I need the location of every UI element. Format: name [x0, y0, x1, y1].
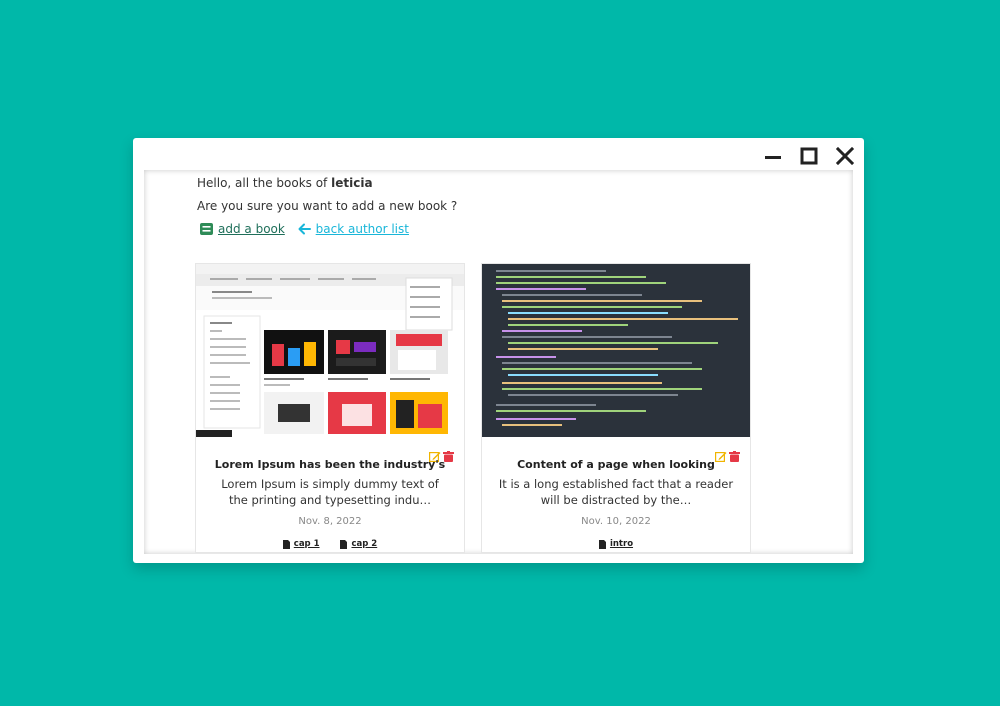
book-date: Nov. 8, 2022 — [298, 516, 362, 527]
add-book-label: add a book — [218, 222, 285, 236]
file-icon — [340, 539, 348, 549]
book-title: Content of a page when looking — [517, 458, 715, 471]
chapter-link[interactable]: intro — [598, 539, 634, 549]
chapter-label: cap 1 — [293, 539, 320, 549]
greeting-prefix: Hello, all the books of — [197, 176, 328, 190]
chapter-list: cap 1 cap 2 — [196, 539, 464, 552]
window-titlebar — [133, 138, 864, 170]
book-icon — [200, 223, 213, 235]
file-icon — [282, 539, 290, 549]
book-cover-image — [482, 264, 750, 437]
book-description: Lorem Ipsum is simply dummy text of the … — [221, 477, 439, 507]
minimize-icon[interactable] — [764, 147, 782, 165]
book-card[interactable]: Content of a page when looking It is a l… — [481, 263, 751, 553]
book-cover-image — [196, 264, 464, 437]
back-author-list-link[interactable]: back author list — [298, 222, 409, 236]
maximize-icon[interactable] — [800, 147, 818, 165]
confirm-question: Are you sure you want to add a new book … — [197, 199, 458, 213]
chapter-label: cap 2 — [351, 539, 378, 549]
close-icon[interactable] — [835, 146, 855, 166]
author-name: leticia — [331, 176, 373, 190]
file-icon — [598, 539, 606, 549]
book-title: Lorem Ipsum has been the industry's — [214, 458, 446, 471]
app-window: Hello, all the books of leticia Are you … — [133, 138, 864, 563]
book-card[interactable]: Lorem Ipsum has been the industry's Lore… — [195, 263, 465, 553]
book-date: Nov. 10, 2022 — [581, 516, 651, 527]
chapter-list: intro — [482, 539, 750, 552]
chapter-link[interactable]: cap 1 — [282, 539, 320, 549]
arrow-left-icon — [298, 223, 311, 235]
back-author-list-label: back author list — [315, 222, 409, 236]
action-links: add a book back author list — [200, 222, 418, 238]
greeting-text: Hello, all the books of leticia — [197, 176, 373, 190]
book-description: It is a long established fact that a rea… — [498, 477, 734, 507]
add-book-link[interactable]: add a book — [200, 222, 285, 236]
chapter-link[interactable]: cap 2 — [340, 539, 377, 549]
chapter-label: intro — [609, 539, 634, 549]
content-area: Hello, all the books of leticia Are you … — [144, 170, 853, 554]
